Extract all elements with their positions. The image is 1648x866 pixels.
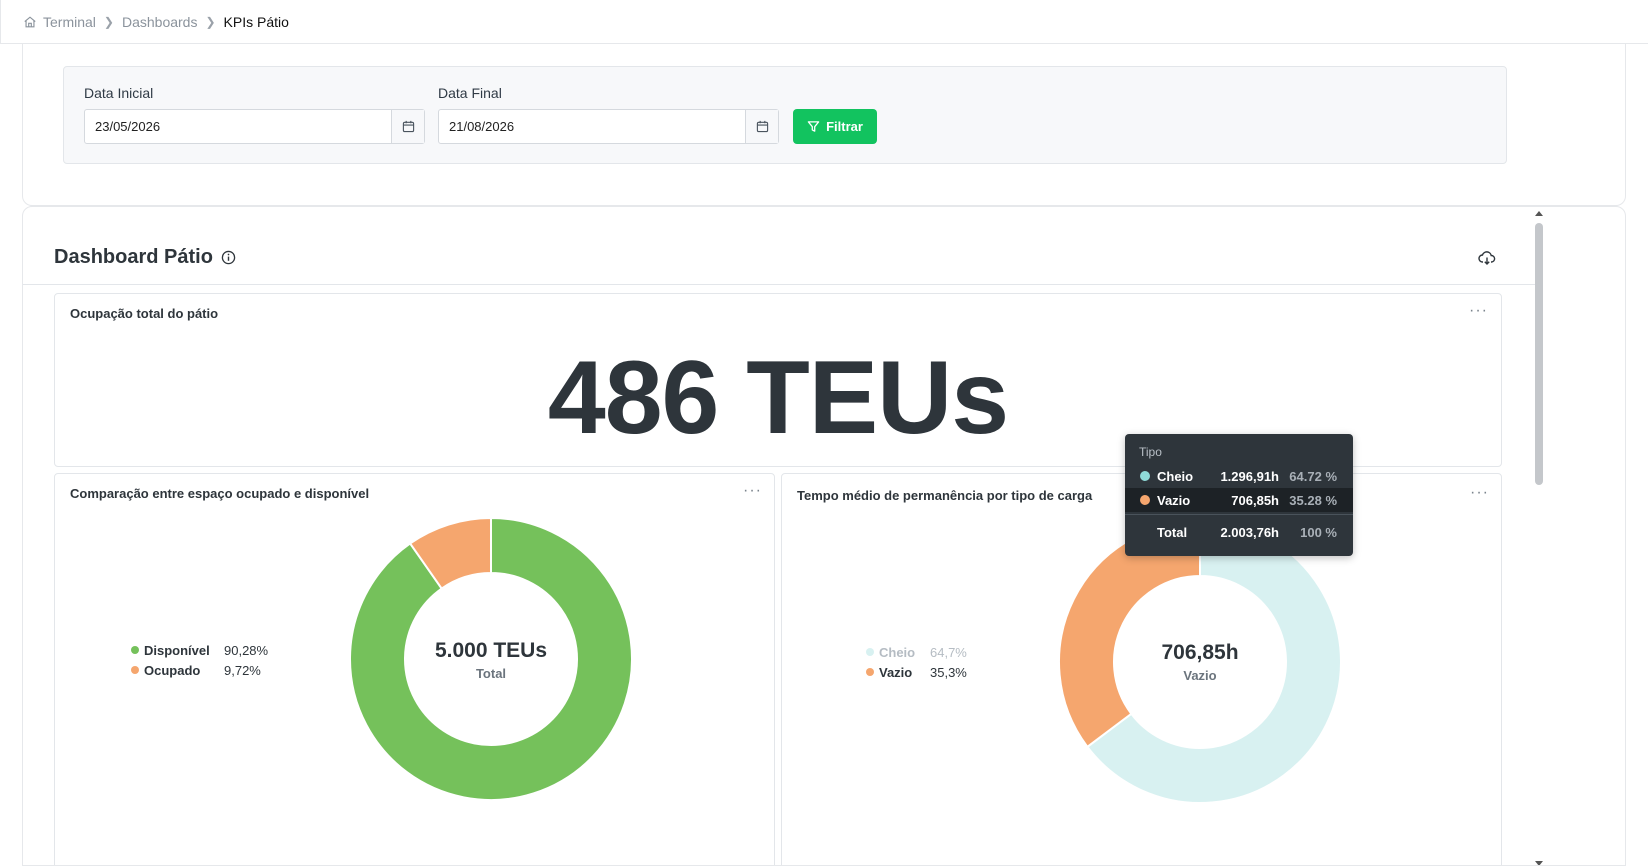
tooltip-name: Cheio	[1157, 468, 1194, 484]
tooltip-title: Tipo	[1139, 445, 1162, 459]
scrollbar-thumb[interactable]	[1535, 223, 1543, 485]
calendar-icon	[756, 120, 768, 133]
stay-legend: Cheio 64,7% Vazio 35,3%	[866, 642, 967, 682]
info-icon[interactable]	[221, 250, 236, 265]
legend-value: 64,7%	[930, 644, 967, 660]
legend-dot	[131, 646, 139, 654]
legend-item[interactable]: Cheio 64,7%	[866, 642, 967, 662]
stay-center-label: Vazio	[1183, 668, 1217, 683]
breadcrumb-terminal[interactable]: Terminal	[23, 14, 96, 30]
breadcrumb: Terminal ❯ Dashboards ❯ KPIs Pátio	[0, 0, 1648, 44]
filter-button[interactable]: Filtrar	[793, 109, 877, 144]
legend-item[interactable]: Ocupado 9,72%	[131, 660, 268, 680]
legend-value: 90,28%	[224, 642, 269, 658]
legend-item[interactable]: Vazio 35,3%	[866, 662, 967, 682]
occupancy-card-title: Ocupação total do pátio	[70, 306, 219, 321]
more-options-icon[interactable]: ···	[1470, 484, 1489, 502]
dashboard-title: Dashboard Pátio	[54, 246, 236, 269]
legend-label: Cheio	[879, 644, 916, 660]
stay-center-value: 706,85h	[1161, 641, 1239, 664]
dashboard-title-text: Dashboard Pátio	[54, 246, 213, 268]
chevron-right-icon: ❯	[205, 14, 216, 29]
cloud-download-icon[interactable]	[1478, 249, 1496, 267]
filter-button-label: Filtrar	[826, 119, 863, 134]
stay-donut-center: 706,85h Vazio	[1100, 641, 1300, 683]
more-options-icon[interactable]: ···	[1469, 302, 1488, 320]
start-date-input[interactable]: 23/05/2026	[84, 109, 425, 144]
start-date-label: Data Inicial	[84, 85, 154, 101]
legend-item[interactable]: Disponível 90,28%	[131, 640, 268, 660]
space-legend: Disponível 90,28% Ocupado 9,72%	[131, 640, 268, 680]
space-card-title: Comparação entre espaço ocupado e dispon…	[70, 486, 370, 501]
stay-card-title: Tempo médio de permanência por tipo de c…	[797, 488, 1093, 503]
legend-dot	[866, 668, 874, 676]
space-comparison-card: Comparação entre espaço ocupado e dispon…	[54, 473, 775, 865]
tooltip-row-vazio: Vazio 706,85h 35.28 %	[1125, 488, 1353, 512]
tooltip-value: 1.296,91h	[1220, 468, 1279, 484]
legend-dot	[866, 648, 874, 656]
tooltip-row-total: Total 2.003,76h 100 %	[1125, 520, 1353, 544]
chart-tooltip: Tipo Cheio 1.296,91h 64.72 % Vazio 706,8…	[1125, 434, 1353, 556]
tooltip-total-value: 2.003,76h	[1220, 524, 1279, 540]
end-date-field: Data Final 21/08/2026	[438, 85, 779, 144]
calendar-icon	[402, 120, 414, 133]
legend-label: Disponível	[144, 642, 210, 658]
end-date-input[interactable]: 21/08/2026	[438, 109, 779, 144]
tooltip-value: 706,85h	[1231, 492, 1279, 508]
tooltip-dot	[1140, 495, 1150, 505]
space-center-label: Total	[475, 666, 507, 681]
space-donut-center: 5.000 TEUs Total	[391, 639, 591, 681]
filter-card: Data Inicial 23/05/2026 Data Final 21/08…	[22, 44, 1626, 206]
tooltip-pct: 35.28 %	[1289, 492, 1337, 508]
more-options-icon[interactable]: ···	[743, 482, 762, 500]
dashboard-panel: Dashboard Pátio Ocupação total do pátio …	[22, 206, 1626, 866]
tooltip-pct: 64.72 %	[1289, 468, 1337, 484]
legend-value: 9,72%	[224, 662, 261, 678]
legend-dot	[131, 666, 139, 674]
legend-label: Vazio	[879, 664, 913, 680]
breadcrumb-label: Terminal	[43, 13, 96, 30]
start-date-field: Data Inicial 23/05/2026	[84, 85, 425, 144]
calendar-button[interactable]	[391, 110, 424, 143]
tooltip-total-label: Total	[1157, 524, 1188, 540]
space-center-value: 5.000 TEUs	[434, 639, 548, 662]
tooltip-total-pct: 100 %	[1300, 524, 1337, 540]
calendar-button[interactable]	[745, 110, 778, 143]
tooltip-name: Vazio	[1157, 492, 1191, 508]
dashboard-header: Dashboard Pátio	[23, 207, 1535, 285]
tooltip-divider	[1125, 514, 1353, 515]
start-date-value[interactable]: 23/05/2026	[85, 110, 391, 143]
legend-value: 35,3%	[930, 664, 967, 680]
filter-icon	[807, 121, 820, 132]
filter-panel: Data Inicial 23/05/2026 Data Final 21/08…	[63, 66, 1507, 164]
home-icon	[24, 15, 36, 27]
breadcrumb-dashboards[interactable]: Dashboards	[122, 14, 198, 30]
breadcrumb-current: KPIs Pátio	[223, 13, 289, 30]
legend-label: Ocupado	[144, 662, 201, 678]
tooltip-row-cheio: Cheio 1.296,91h 64.72 %	[1125, 464, 1353, 488]
tooltip-dot	[1140, 471, 1150, 481]
end-date-label: Data Final	[438, 85, 502, 101]
end-date-value[interactable]: 21/08/2026	[439, 110, 745, 143]
chevron-right-icon: ❯	[103, 14, 114, 29]
